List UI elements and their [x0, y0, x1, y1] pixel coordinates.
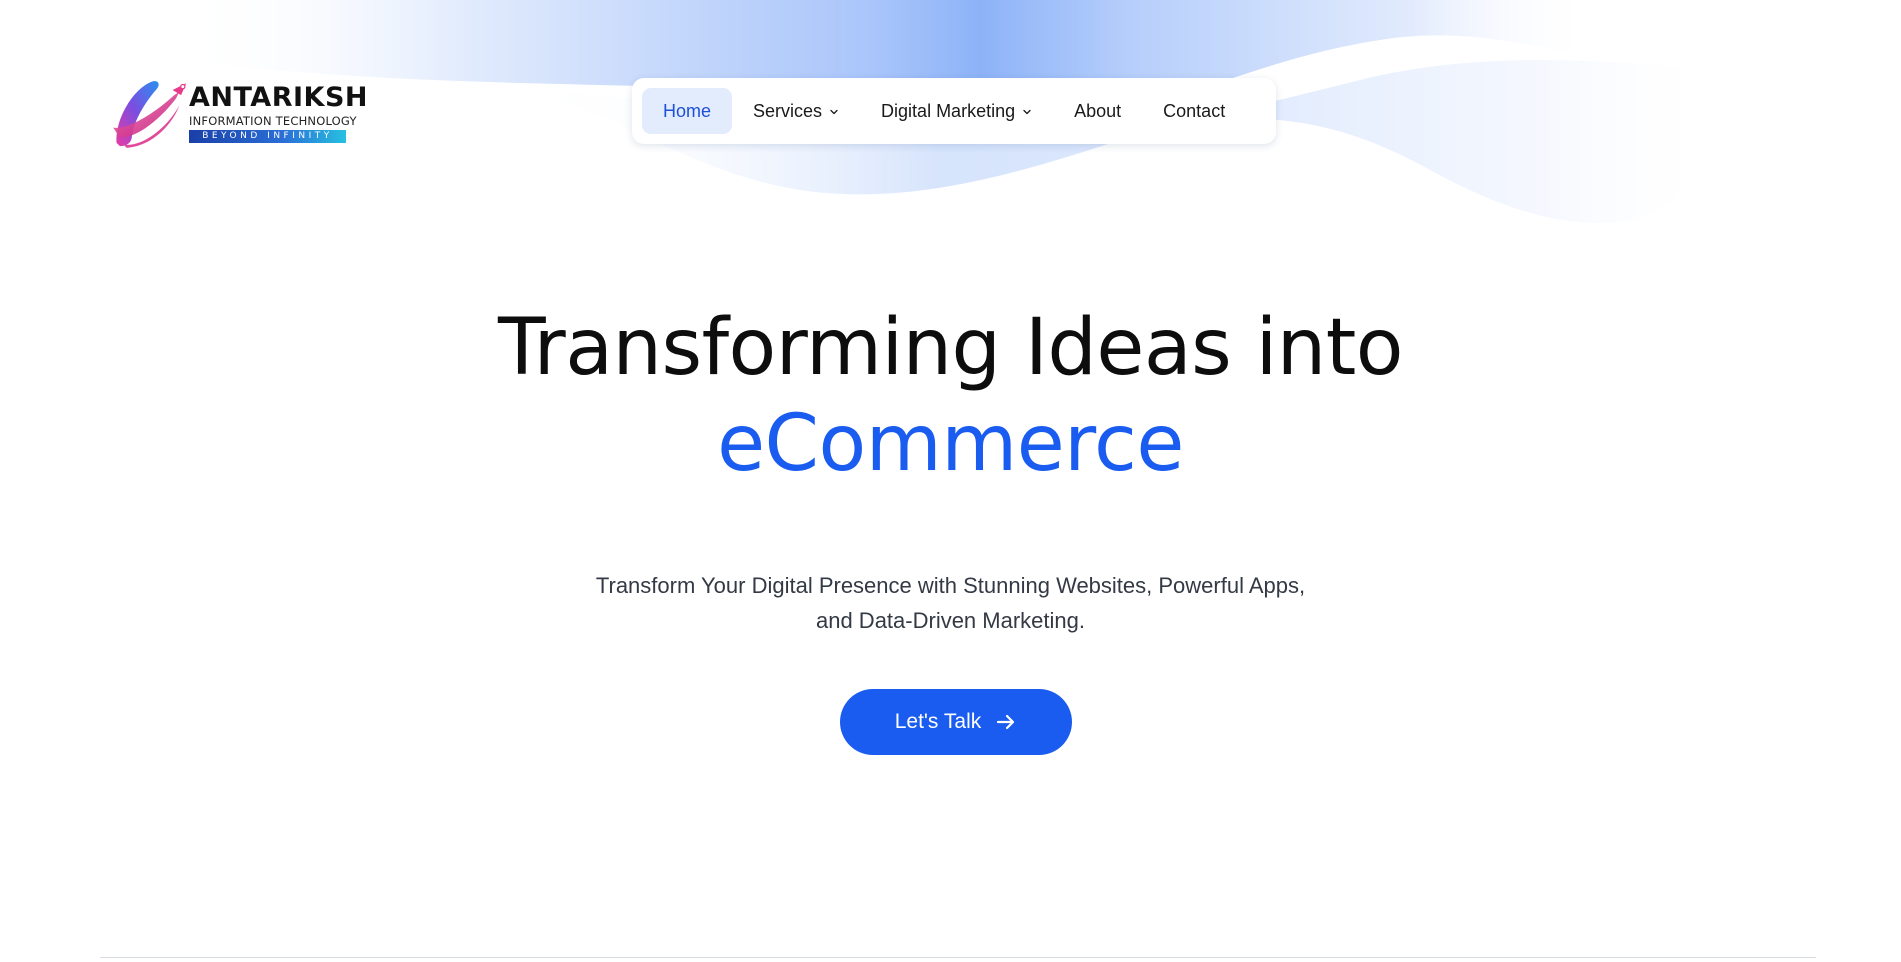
- hero-title-highlight: eCommerce: [717, 399, 1184, 489]
- hero-heading: Transforming Ideas into eCommerce: [0, 300, 1901, 492]
- hero-subtitle-line: and Data-Driven Marketing.: [815, 608, 1085, 633]
- cta-label: Let's Talk: [894, 710, 982, 733]
- nav-item-label: About: [1074, 100, 1122, 121]
- hero-subtitle: Transform Your Digital Presence with Stu…: [550, 568, 1351, 638]
- nav-item-services[interactable]: Services: [732, 88, 860, 134]
- rocket-swoosh-logo-icon: [113, 81, 187, 148]
- main-nav: Home Services Digital Marketing About Co…: [632, 78, 1276, 144]
- nav-item-label: Digital Marketing: [881, 100, 1016, 121]
- page: ANTARIKSH INFORMATION TECHNOLOGY BEYOND …: [0, 0, 1901, 962]
- nav-item-label: Contact: [1163, 100, 1226, 121]
- hero-subtitle-line: Transform Your Digital Presence with Stu…: [595, 573, 1306, 598]
- brand-tagline: BEYOND INFINITY: [188, 129, 346, 143]
- nav-item-label: Home: [663, 100, 712, 121]
- chevron-down-icon: [830, 109, 838, 114]
- nav-item-about[interactable]: About: [1053, 88, 1142, 134]
- brand-logo[interactable]: ANTARIKSH INFORMATION TECHNOLOGY BEYOND …: [108, 70, 368, 156]
- nav-item-home[interactable]: Home: [642, 88, 733, 134]
- brand-text: ANTARIKSH INFORMATION TECHNOLOGY BEYOND …: [188, 81, 368, 143]
- brand-subtitle: INFORMATION TECHNOLOGY: [188, 113, 357, 128]
- section-divider: [100, 957, 1816, 958]
- arrow-right-icon: [997, 714, 1015, 730]
- nav-item-digital-marketing[interactable]: Digital Marketing: [860, 88, 1053, 134]
- nav-item-label: Services: [753, 100, 823, 121]
- lets-talk-button[interactable]: Let's Talk: [840, 689, 1072, 755]
- nav-item-contact[interactable]: Contact: [1142, 88, 1246, 134]
- chevron-down-icon: [1023, 109, 1031, 114]
- brand-name: ANTARIKSH: [188, 81, 368, 113]
- hero-title-line: Transforming Ideas into: [497, 303, 1404, 393]
